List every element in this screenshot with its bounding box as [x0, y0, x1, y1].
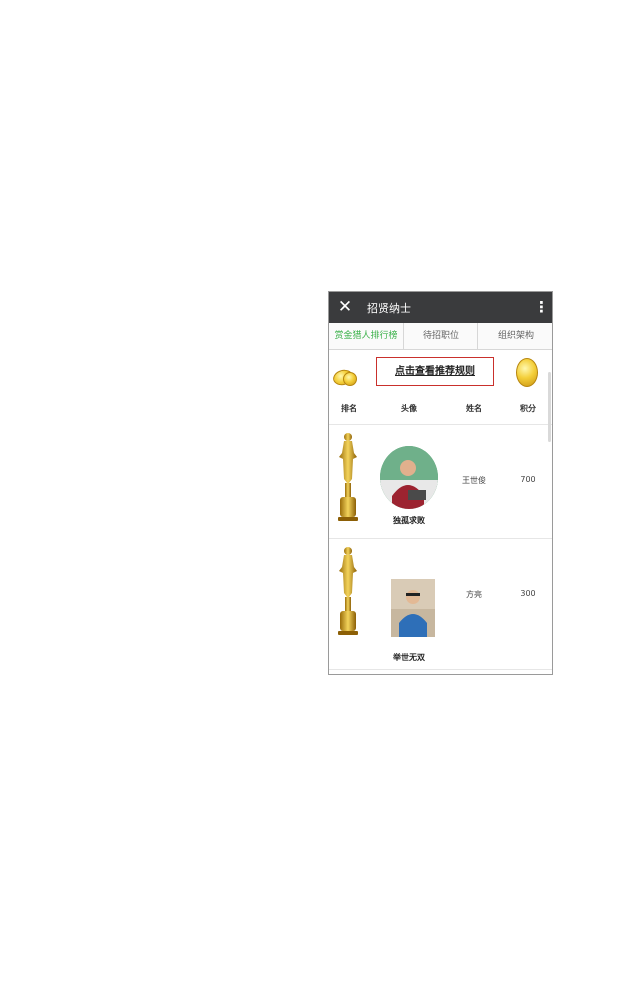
tab-bar: 赏金猎人排行榜 待招职位 组织架构: [329, 323, 552, 350]
header-name: 姓名: [466, 404, 482, 413]
close-icon[interactable]: ✕: [335, 295, 355, 319]
user-score: 700: [520, 475, 536, 484]
gold-coin-icon: [343, 372, 357, 386]
user-nickname: 举世无双: [393, 653, 425, 662]
tab-open-positions[interactable]: 待招职位: [403, 323, 478, 349]
avatar[interactable]: [391, 579, 435, 637]
header-score: 积分: [520, 404, 536, 413]
rules-banner: 点击查看推荐规则: [329, 350, 552, 394]
gold-coin-icon: [516, 358, 538, 387]
user-name: 王世俊: [462, 476, 486, 485]
title-bar: ✕ 招贤纳士 ⋮: [329, 292, 552, 323]
trophy-icon: [338, 547, 358, 635]
avatar[interactable]: [380, 446, 438, 509]
table-row[interactable]: 独孤求败 王世俊 700: [329, 425, 552, 539]
tab-bounty-ranking[interactable]: 赏金猎人排行榜: [329, 323, 403, 349]
user-score: 300: [520, 589, 536, 598]
user-name: 方亮: [466, 590, 482, 599]
user-nickname: 独孤求败: [393, 516, 425, 525]
phone-screen: ✕ 招贤纳士 ⋮ 赏金猎人排行榜 待招职位 组织架构 点击查看推荐规则 排名 头…: [328, 291, 553, 675]
header-avatar: 头像: [401, 404, 417, 413]
header-rank: 排名: [341, 404, 357, 413]
more-vertical-icon[interactable]: ⋮: [534, 295, 549, 319]
page-title: 招贤纳士: [367, 302, 411, 315]
table-row[interactable]: 举世无双 方亮 300: [329, 539, 552, 670]
table-header: 排名 头像 姓名 积分: [329, 394, 552, 425]
view-rules-link[interactable]: 点击查看推荐规则: [376, 357, 494, 386]
trophy-icon: [338, 433, 358, 521]
tab-org-structure[interactable]: 组织架构: [477, 323, 552, 349]
scrollbar[interactable]: [548, 372, 551, 442]
